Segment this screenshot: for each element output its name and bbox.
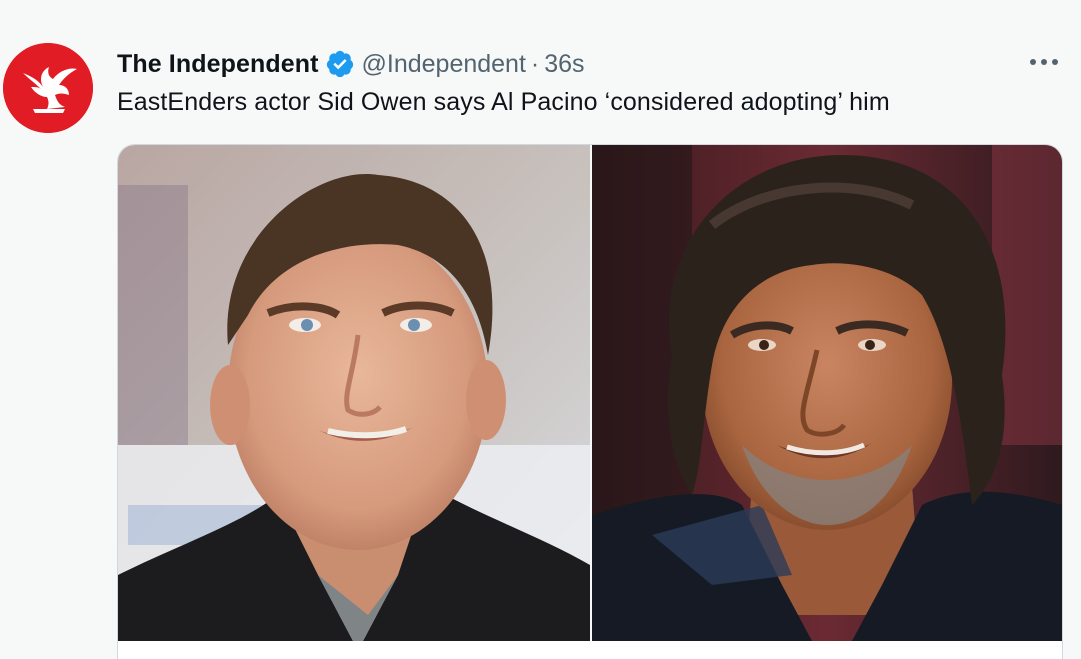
eagle-logo-icon [3,43,93,133]
media-photos[interactable] [118,145,1062,641]
timeline-top-edge [0,0,1081,14]
photo-al-pacino[interactable] [592,145,1062,641]
display-name[interactable]: The Independent [117,50,319,79]
tweet[interactable]: The Independent @Independent · 36s EastE… [0,0,1081,659]
author-handle[interactable]: @Independent [362,50,526,79]
avatar[interactable] [3,43,93,133]
timestamp[interactable]: 36s [544,50,584,79]
media-card[interactable] [117,144,1063,659]
separator-dot: · [530,49,540,78]
tweet-header: The Independent @Independent · 36s [117,47,585,81]
tweet-text: EastEnders actor Sid Owen says Al Pacino… [117,88,890,116]
more-options-icon[interactable] [1027,50,1061,74]
verified-badge-icon [325,49,355,79]
photo-sid-owen[interactable] [118,145,590,641]
